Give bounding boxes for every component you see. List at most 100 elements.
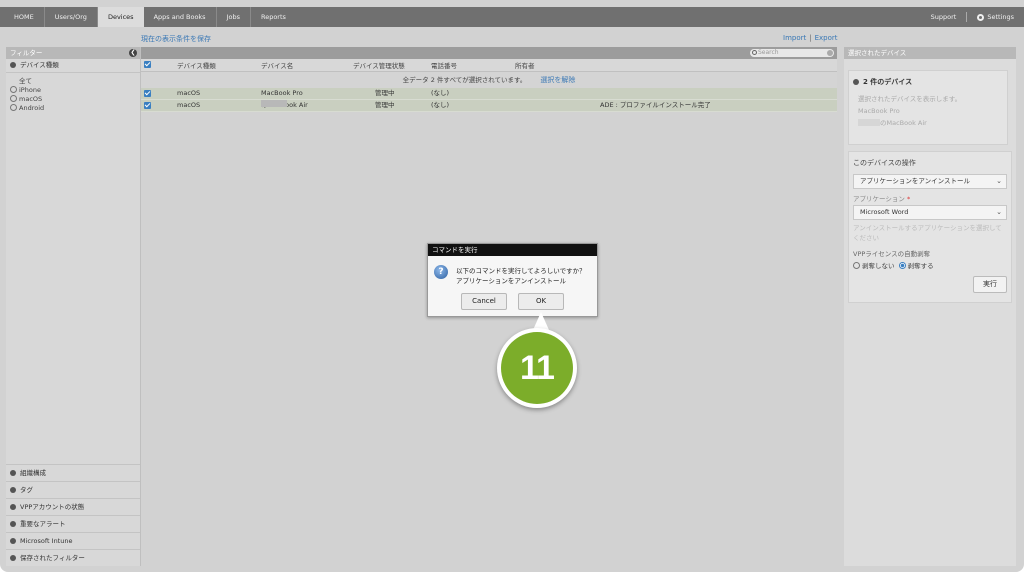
search-input[interactable]: Search (750, 49, 834, 57)
device-type-options: 全て iPhone macOS Android (6, 73, 140, 113)
step-callout: 11 (497, 328, 577, 408)
save-view-conditions-link[interactable]: 現在の表示条件を保存 (141, 34, 211, 44)
execute-button[interactable]: 実行 (973, 276, 1007, 293)
filter-section-alert[interactable]: 重要なアラート (6, 515, 140, 532)
dialog-message: 以下のコマンドを実行してよろしいですか？ アプリケーションをアンインストール (456, 267, 586, 285)
col-device-type[interactable]: デバイス種類 (177, 60, 216, 70)
section-bullet-icon (10, 470, 16, 476)
cell-phone: (なし) (431, 89, 450, 97)
export-link[interactable]: Export (815, 34, 838, 42)
cell-device-type: macOS (177, 101, 201, 109)
selected-devices-box: 2 件のデバイス 選択されたデバイスを表示します。 MacBook Pro のM… (848, 70, 1008, 145)
selection-info-text: 全データ 2 件すべてが選択されています。 (402, 76, 527, 84)
section-bullet-icon (10, 538, 16, 544)
table-toolbar: Search (141, 47, 837, 59)
main-nav: HOME Users/Org Devices Apps and Books Jo… (0, 7, 296, 27)
filter-section-label: デバイス種類 (20, 61, 59, 69)
show-devices-label: 選択されたデバイスを表示します。 (858, 95, 962, 103)
filter-panel-header: フィルター ❮ (6, 47, 140, 59)
clear-search-icon[interactable] (827, 50, 833, 56)
section-bullet-icon (10, 555, 16, 561)
top-nav-bar: HOME Users/Org Devices Apps and Books Jo… (0, 7, 1024, 27)
cell-phone: (なし) (431, 101, 450, 109)
vpp-radio-group: 剥奪しない 剥奪する (849, 260, 1011, 270)
col-phone-number[interactable]: 電話番号 (431, 60, 457, 70)
chevron-down-icon: ⌄ (996, 177, 1002, 185)
col-owner[interactable]: 所有者 (515, 60, 535, 70)
question-icon: ? (434, 265, 448, 279)
section-bullet-icon (10, 504, 16, 510)
filter-section-org[interactable]: 組織構成 (6, 464, 140, 481)
row-checkbox[interactable] (144, 102, 151, 109)
selected-count: 2 件のデバイス (849, 71, 1007, 93)
filter-section-intune[interactable]: Microsoft Intune (6, 532, 140, 549)
cell-status: 管理中 (375, 101, 395, 109)
step-number: 11 (501, 332, 573, 404)
application-hint: アンインストールするアプリケーションを選択してください (853, 224, 1002, 242)
filter-option-iphone[interactable]: iPhone (6, 86, 140, 95)
nav-devices[interactable]: Devices (97, 7, 144, 27)
section-bullet-icon (10, 487, 16, 493)
application-select[interactable]: Microsoft Word ⌄ (853, 205, 1007, 220)
settings-link[interactable]: Settings (987, 13, 1014, 21)
table-row[interactable]: macOS MacBook Pro 管理中 (なし) (141, 88, 837, 100)
collapse-left-icon[interactable]: ❮ (129, 49, 137, 57)
application-label: アプリケーション * (853, 195, 911, 203)
divider (966, 12, 968, 22)
vpp-license-label: VPPライセンスの自動剥奪 (853, 250, 931, 258)
cell-device-name: のMacBook Air (261, 100, 308, 111)
col-device-name[interactable]: デバイス名 (261, 60, 293, 70)
section-bullet-icon (10, 62, 16, 68)
confirm-dialog: コマンドを実行 ? 以下のコマンドを実行してよろしいですか？ アプリケーションを… (427, 243, 598, 317)
device-operations-box: このデバイスの操作 アプリケーションをアンインストール ⌄ アプリケーション * … (848, 151, 1012, 303)
nav-apps-and-books[interactable]: Apps and Books (144, 7, 217, 27)
filter-section-device-type[interactable]: デバイス種類 (6, 59, 140, 73)
nav-jobs[interactable]: Jobs (217, 7, 251, 27)
gear-icon[interactable] (977, 13, 985, 21)
radio-revoke[interactable] (898, 262, 906, 269)
radio-icon (10, 104, 17, 111)
support-link[interactable]: Support (931, 13, 957, 21)
search-icon (752, 50, 757, 55)
redacted-block (261, 100, 287, 107)
nav-reports[interactable]: Reports (251, 7, 296, 27)
filter-title: フィルター (10, 49, 43, 57)
cancel-button[interactable]: Cancel (461, 293, 507, 310)
cell-device-type: macOS (177, 89, 201, 97)
redacted-block (858, 119, 880, 126)
col-management-status[interactable]: デバイス管理状態 (353, 60, 405, 70)
nav-users-org[interactable]: Users/Org (45, 7, 98, 27)
app-window: HOME Users/Org Devices Apps and Books Jo… (0, 0, 1024, 572)
select-all-checkbox[interactable] (144, 61, 151, 68)
cell-device-name: MacBook Pro (261, 89, 303, 97)
filter-section-saved[interactable]: 保存されたフィルター (6, 549, 140, 566)
nav-home[interactable]: HOME (0, 7, 45, 27)
filter-section-vpp[interactable]: VPPアカウントの状態 (6, 498, 140, 515)
radio-icon (10, 95, 17, 102)
filter-option-android[interactable]: Android (6, 104, 140, 113)
import-link[interactable]: Import (783, 34, 806, 42)
table-row[interactable]: macOS のMacBook Air 管理中 (なし) ADE : プロファイル… (141, 100, 837, 112)
clear-selection-link[interactable]: 選択を解除 (540, 76, 575, 84)
import-export-links: Import | Export (783, 34, 838, 42)
dialog-title: コマンドを実行 (428, 244, 597, 256)
selected-device-item: のMacBook Air (849, 117, 1007, 129)
operation-select[interactable]: アプリケーションをアンインストール ⌄ (853, 174, 1007, 189)
filter-option-all[interactable]: 全て (6, 77, 140, 86)
radio-no-revoke[interactable] (853, 262, 860, 269)
selection-info: 全データ 2 件すべてが選択されています。 選択を解除 (141, 72, 837, 88)
section-bullet-icon (10, 521, 16, 527)
selected-device-item: MacBook Pro (858, 107, 900, 115)
cell-status: 管理中 (375, 89, 395, 97)
top-right-links: Support Settings (931, 7, 1014, 27)
ok-button[interactable]: OK (518, 293, 564, 310)
filter-panel: フィルター ❮ デバイス種類 全て iPhone macOS Android 組… (6, 47, 141, 566)
cell-note: ADE : プロファイルインストール完了 (600, 101, 711, 109)
filter-option-macos[interactable]: macOS (6, 95, 140, 104)
filter-section-tag[interactable]: タグ (6, 481, 140, 498)
chevron-down-icon: ⌄ (996, 208, 1002, 216)
row-checkbox[interactable] (144, 90, 151, 97)
right-panel-header: 選択されたデバイス (844, 47, 1016, 59)
section-bullet-icon (853, 79, 859, 85)
selected-devices-panel: 選択されたデバイス 2 件のデバイス 選択されたデバイスを表示します。 MacB… (844, 47, 1016, 566)
